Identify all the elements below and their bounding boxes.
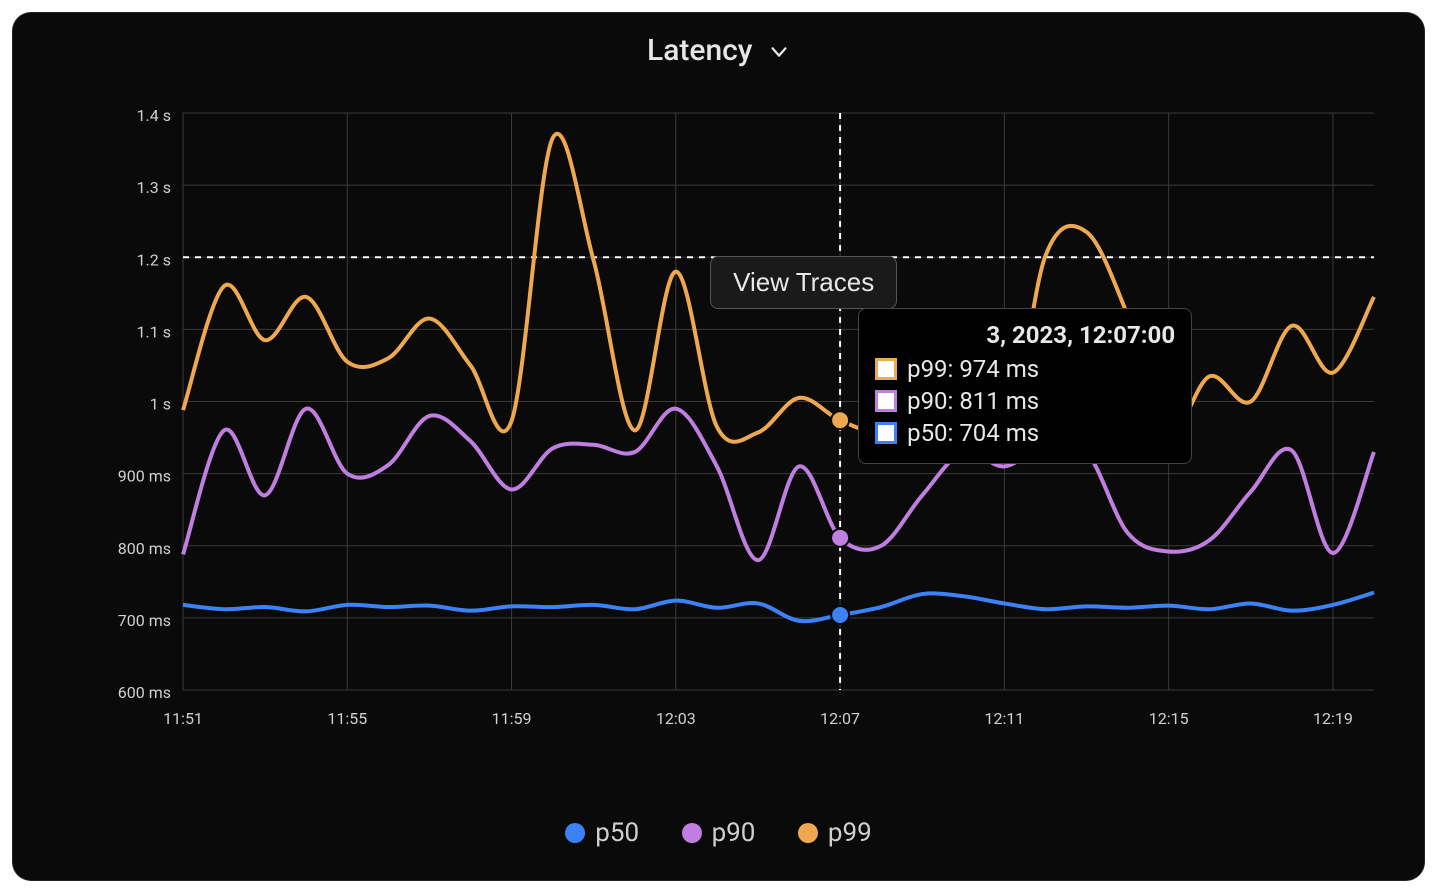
- svg-text:700 ms: 700 ms: [118, 611, 171, 630]
- legend-swatch: [565, 823, 585, 843]
- svg-text:900 ms: 900 ms: [118, 467, 171, 486]
- legend-label: p99: [828, 818, 872, 848]
- svg-text:600 ms: 600 ms: [118, 683, 171, 702]
- svg-text:1 s: 1 s: [150, 395, 171, 414]
- panel-title-text: Latency: [647, 33, 752, 68]
- svg-text:11:59: 11:59: [492, 709, 532, 728]
- svg-text:1.2 s: 1.2 s: [137, 250, 171, 269]
- svg-text:800 ms: 800 ms: [118, 539, 171, 558]
- svg-text:12:15: 12:15: [1149, 709, 1189, 728]
- svg-text:11:55: 11:55: [327, 709, 367, 728]
- svg-text:11:51: 11:51: [163, 709, 203, 728]
- chart-legend: p50 p90 p99: [13, 818, 1424, 850]
- svg-text:1.3 s: 1.3 s: [137, 178, 171, 197]
- legend-label: p90: [712, 818, 756, 848]
- legend-label: p50: [595, 818, 639, 848]
- view-traces-label: View Traces: [733, 267, 874, 297]
- legend-item-p90[interactable]: p90: [682, 818, 756, 848]
- legend-swatch: [798, 823, 818, 843]
- panel-title[interactable]: Latency: [13, 33, 1424, 68]
- svg-text:12:07: 12:07: [820, 709, 860, 728]
- latency-panel: Latency 600 ms 700 ms 800 ms 900 ms 1 s 1.1 s…: [13, 13, 1424, 880]
- svg-text:12:03: 12:03: [656, 709, 696, 728]
- chevron-down-icon: [768, 33, 790, 68]
- legend-item-p50[interactable]: p50: [565, 818, 639, 848]
- chart-plot-area[interactable]: 600 ms 700 ms 800 ms 900 ms 1 s 1.1 s 1.2 s 1.3…: [73, 103, 1384, 750]
- svg-text:12:19: 12:19: [1313, 709, 1353, 728]
- legend-swatch: [682, 823, 702, 843]
- svg-text:1.4 s: 1.4 s: [137, 106, 171, 125]
- legend-item-p99[interactable]: p99: [798, 818, 872, 848]
- svg-text:1.1 s: 1.1 s: [137, 322, 171, 341]
- view-traces-button[interactable]: View Traces: [710, 256, 897, 309]
- svg-text:12:11: 12:11: [984, 709, 1024, 728]
